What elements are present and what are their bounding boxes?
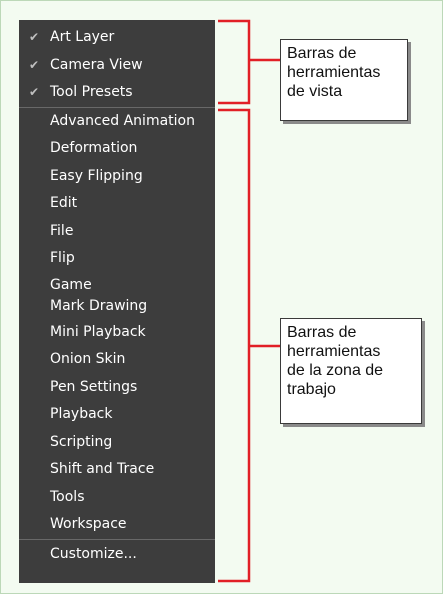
menu-item-customize[interactable]: Customize... xyxy=(19,540,215,568)
menu-item-label: Mark Drawing xyxy=(50,297,148,314)
toolbars-context-menu: ✔ Art Layer ✔ Camera View ✔ Tool Presets… xyxy=(19,20,215,583)
callout-text: herramientas xyxy=(287,343,381,360)
callout-text: de vista xyxy=(287,83,343,100)
checkmark-icon: ✔ xyxy=(28,30,40,44)
menu-item-label: Art Layer xyxy=(50,29,115,45)
menu-item-shift-and-trace[interactable]: Shift and Trace xyxy=(19,456,215,484)
callout-workspace-toolbars: Barras de herramientas de la zona de tra… xyxy=(280,318,422,424)
menu-item-workspace[interactable]: Workspace xyxy=(19,511,215,539)
callout-view-toolbars: Barras de herramientas de vista xyxy=(280,39,408,121)
checkmark-icon: ✔ xyxy=(28,57,40,72)
callout-text: Barras de xyxy=(287,45,357,62)
menu-item-flip[interactable]: Flip xyxy=(19,245,215,273)
callout-text: trabajo xyxy=(287,381,336,398)
menu-item-label: Onion Skin xyxy=(50,351,126,367)
menu-item-label: Camera View xyxy=(50,56,143,73)
menu-item-label: Easy Flipping xyxy=(50,167,143,184)
menu-item-tool-presets[interactable]: ✔ Tool Presets xyxy=(19,79,215,107)
menu-item-game[interactable]: Game xyxy=(19,273,215,295)
menu-item-onion-skin[interactable]: Onion Skin xyxy=(19,346,215,374)
checkmark-icon: ✔ xyxy=(28,85,40,99)
menu-item-label: Shift and Trace xyxy=(50,461,155,477)
callout-text: Barras de xyxy=(287,324,357,341)
menu-item-label: Customize... xyxy=(50,545,137,562)
menu-item-label: Edit xyxy=(50,195,78,211)
menu-item-label: Mini Playback xyxy=(50,323,146,340)
menu-item-playback[interactable]: Playback xyxy=(19,401,215,429)
menu-item-label: File xyxy=(50,222,74,239)
menu-item-file[interactable]: File xyxy=(19,218,215,246)
menu-item-camera-view[interactable]: ✔ Camera View xyxy=(19,52,215,80)
menu-item-easy-flipping[interactable]: Easy Flipping xyxy=(19,163,215,191)
menu-item-art-layer[interactable]: ✔ Art Layer xyxy=(19,24,215,52)
menu-item-mark-drawing[interactable]: Mark Drawing xyxy=(19,295,215,319)
menu-item-label: Advanced Animation xyxy=(50,112,195,129)
menu-item-label: Pen Settings xyxy=(50,378,138,395)
menu-item-label: Flip xyxy=(50,250,75,266)
menu-item-label: Workspace xyxy=(50,516,127,532)
menu-item-label: Game xyxy=(50,276,92,293)
menu-item-edit[interactable]: Edit xyxy=(19,190,215,218)
callout-text: herramientas xyxy=(287,64,381,81)
menu-item-label: Playback xyxy=(50,406,113,422)
menu-item-pen-settings[interactable]: Pen Settings xyxy=(19,374,215,402)
menu-item-deformation[interactable]: Deformation xyxy=(19,135,215,163)
menu-item-label: Deformation xyxy=(50,140,138,156)
menu-item-label: Tools xyxy=(50,488,85,505)
menu-item-scripting[interactable]: Scripting xyxy=(19,429,215,457)
callout-text: de la zona de xyxy=(287,362,384,379)
menu-item-label: Tool Presets xyxy=(50,84,133,100)
menu-item-advanced-animation[interactable]: Advanced Animation xyxy=(19,108,215,136)
menu-item-label: Scripting xyxy=(50,433,113,450)
menu-item-mini-playback[interactable]: Mini Playback xyxy=(19,319,215,347)
menu-item-tools[interactable]: Tools xyxy=(19,484,215,512)
